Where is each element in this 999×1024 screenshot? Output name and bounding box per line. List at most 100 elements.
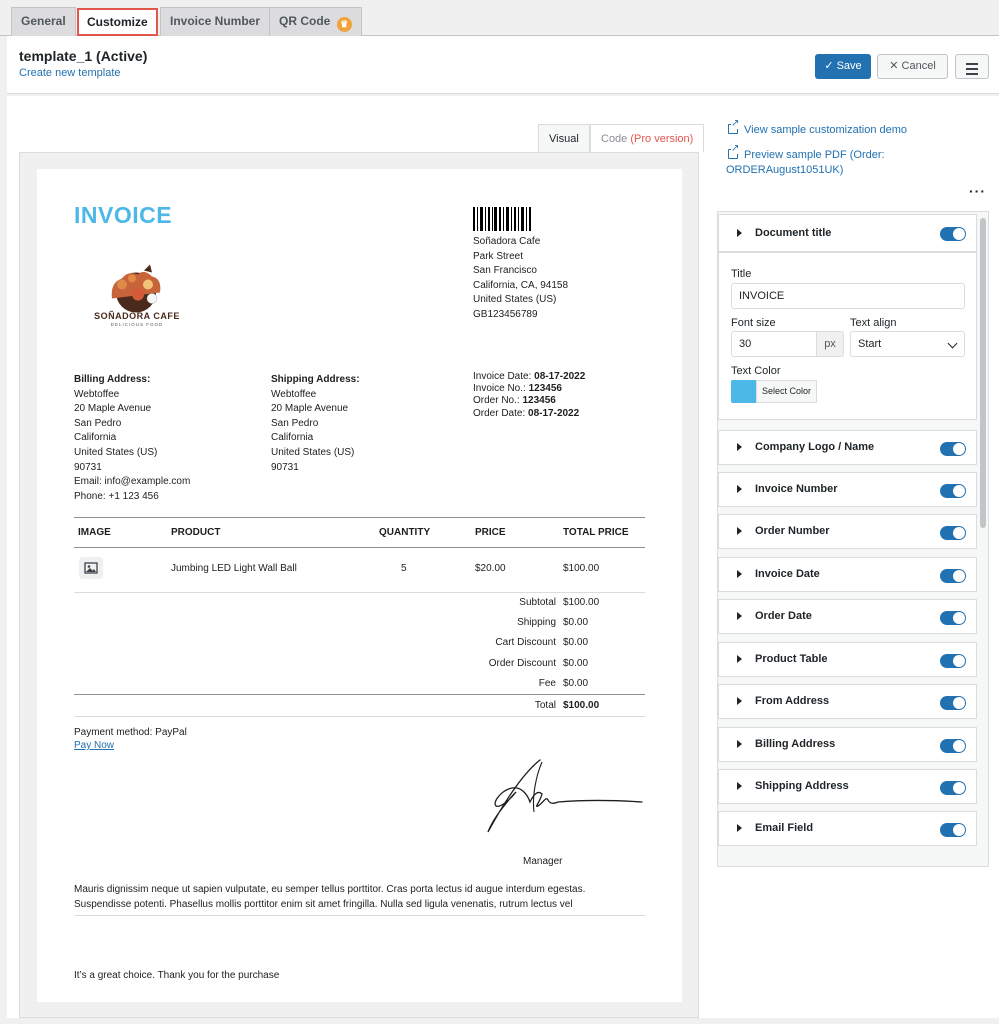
thanks-text: It’s a great choice. Thank you for the p… (74, 970, 280, 981)
text-align-select[interactable]: Start (850, 331, 965, 357)
shipping-value: $0.00 (563, 617, 589, 628)
shipping-address-title: Shipping Address: (271, 374, 360, 385)
crown-icon: ♛ (336, 17, 352, 32)
invoice-date-line: Invoice Date: 08-17-2022 (473, 371, 586, 382)
signatory-label: Manager (523, 856, 563, 867)
create-template-link[interactable]: Create new template (19, 67, 121, 79)
cancel-button[interactable]: ✕ Cancel (877, 54, 948, 79)
caret-right-icon (737, 612, 742, 620)
hamburger-menu-button[interactable] (955, 54, 989, 79)
toggle-from-address[interactable] (940, 696, 966, 710)
settings-tabbar: General Customize Invoice Number QR Code… (0, 0, 999, 36)
template-title: template_1 (Active) (19, 48, 148, 64)
tab-qr-code-label: QR Code (279, 14, 331, 28)
toggle-company-logo[interactable] (940, 442, 966, 456)
customization-demo-link[interactable]: View sample customization demo (728, 119, 907, 138)
text-color-label: Text Color (731, 365, 781, 377)
preview-pdf-link[interactable]: Preview sample PDF (Order: (728, 144, 885, 163)
order-discount-label: Order Discount (488, 658, 556, 669)
section-product-table[interactable]: Product Table (718, 642, 977, 677)
section-company-logo[interactable]: Company Logo / Name (718, 430, 977, 465)
preview-pdf-link-order[interactable]: ORDERAugust1051UK) (726, 163, 843, 178)
subtotal-value: $100.00 (563, 597, 600, 608)
caret-right-icon (737, 229, 742, 237)
th-product: PRODUCT (171, 527, 221, 538)
table-top-rule (74, 517, 645, 518)
text-align-label: Text align (850, 317, 897, 329)
tab-invoice-number[interactable]: Invoice Number (160, 7, 271, 36)
section-order-number[interactable]: Order Number (718, 514, 977, 549)
subtotal-label: Subtotal (519, 597, 556, 608)
shipping-address: Shipping Address: Webtoffee 20 Maple Ave… (271, 374, 360, 473)
footer-rule (74, 915, 645, 916)
toggle-shipping-address[interactable] (940, 781, 966, 795)
caret-right-icon (737, 824, 742, 832)
font-size-unit: px (816, 331, 844, 357)
table-header-rule (74, 547, 645, 548)
fee-label: Fee (538, 678, 556, 689)
close-icon: ✕ (889, 60, 899, 72)
toggle-order-date[interactable] (940, 611, 966, 625)
caret-right-icon (737, 740, 742, 748)
select-color-button[interactable]: Select Color (756, 380, 817, 403)
invoice-title: INVOICE (74, 202, 173, 228)
toggle-order-number[interactable] (940, 526, 966, 540)
caret-right-icon (737, 655, 742, 663)
row-product: Jumbing LED Light Wall Ball (171, 563, 297, 574)
section-invoice-number[interactable]: Invoice Number (718, 472, 977, 507)
section-shipping-address[interactable]: Shipping Address (718, 769, 977, 804)
row-quantity: 5 (401, 563, 407, 574)
row-price: $20.00 (475, 563, 506, 574)
toggle-billing-address[interactable] (940, 739, 966, 753)
tab-code[interactable]: Code (Pro version) (590, 124, 705, 152)
template-header: template_1 (Active) Create new template … (7, 36, 999, 94)
pay-now-link[interactable]: Pay Now (74, 740, 114, 751)
more-options-icon[interactable]: ··· (969, 184, 986, 198)
title-label: Title (731, 268, 752, 280)
caret-right-icon (737, 570, 742, 578)
section-order-date[interactable]: Order Date (718, 599, 977, 634)
tab-general[interactable]: General (11, 7, 76, 36)
caret-right-icon (737, 485, 742, 493)
tab-customize[interactable]: Customize (77, 8, 158, 36)
logo-subtitle: DELICIOUS FOOD (110, 322, 164, 327)
billing-address-title: Billing Address: (74, 374, 151, 385)
total-label: Total (534, 700, 556, 711)
section-email-field[interactable]: Email Field (718, 811, 977, 846)
payment-method: Payment method: PayPal (74, 727, 187, 738)
external-link-icon (728, 144, 740, 159)
invoice-meta: Invoice Date: 08-17-2022 Invoice No.: 12… (473, 371, 585, 420)
cart-discount-label: Cart Discount (495, 637, 556, 648)
th-image: IMAGE (78, 527, 111, 538)
total-value: $100.00 (563, 700, 600, 711)
invoice-no-line: Invoice No.: 123456 (473, 383, 562, 395)
pro-version-badge: (Pro version) (630, 133, 694, 145)
th-quantity: QUANTITY (379, 527, 431, 538)
toggle-document-title[interactable] (940, 227, 966, 241)
tab-visual[interactable]: Visual (538, 124, 590, 152)
font-size-input[interactable]: 30 (731, 331, 817, 357)
toggle-product-table[interactable] (940, 654, 966, 668)
barcode-icon (473, 207, 531, 231)
panel-scrollbar[interactable] (980, 218, 986, 528)
from-address: Soñadora Cafe Park Street San Francisco … (473, 236, 569, 320)
title-input[interactable]: INVOICE (731, 283, 965, 309)
toggle-email-field[interactable] (940, 823, 966, 837)
section-invoice-date[interactable]: Invoice Date (718, 557, 977, 592)
th-total-price: TOTAL PRICE (563, 527, 629, 538)
image-placeholder-icon (79, 557, 103, 579)
save-button[interactable]: ✓ Save (815, 54, 871, 79)
tab-qr-code[interactable]: QR Code ♛ (269, 7, 362, 36)
section-billing-address[interactable]: Billing Address (718, 727, 977, 762)
caret-right-icon (737, 527, 742, 535)
caret-right-icon (737, 443, 742, 451)
text-color-swatch[interactable] (731, 380, 756, 403)
total-top-rule (74, 694, 645, 695)
check-icon: ✓ (824, 60, 834, 72)
row-total: $100.00 (563, 563, 600, 574)
toggle-invoice-number[interactable] (940, 484, 966, 498)
toggle-invoice-date[interactable] (940, 569, 966, 583)
section-document-title[interactable]: Document title (718, 214, 977, 252)
section-from-address[interactable]: From Address (718, 684, 977, 719)
signature-icon (487, 759, 643, 833)
